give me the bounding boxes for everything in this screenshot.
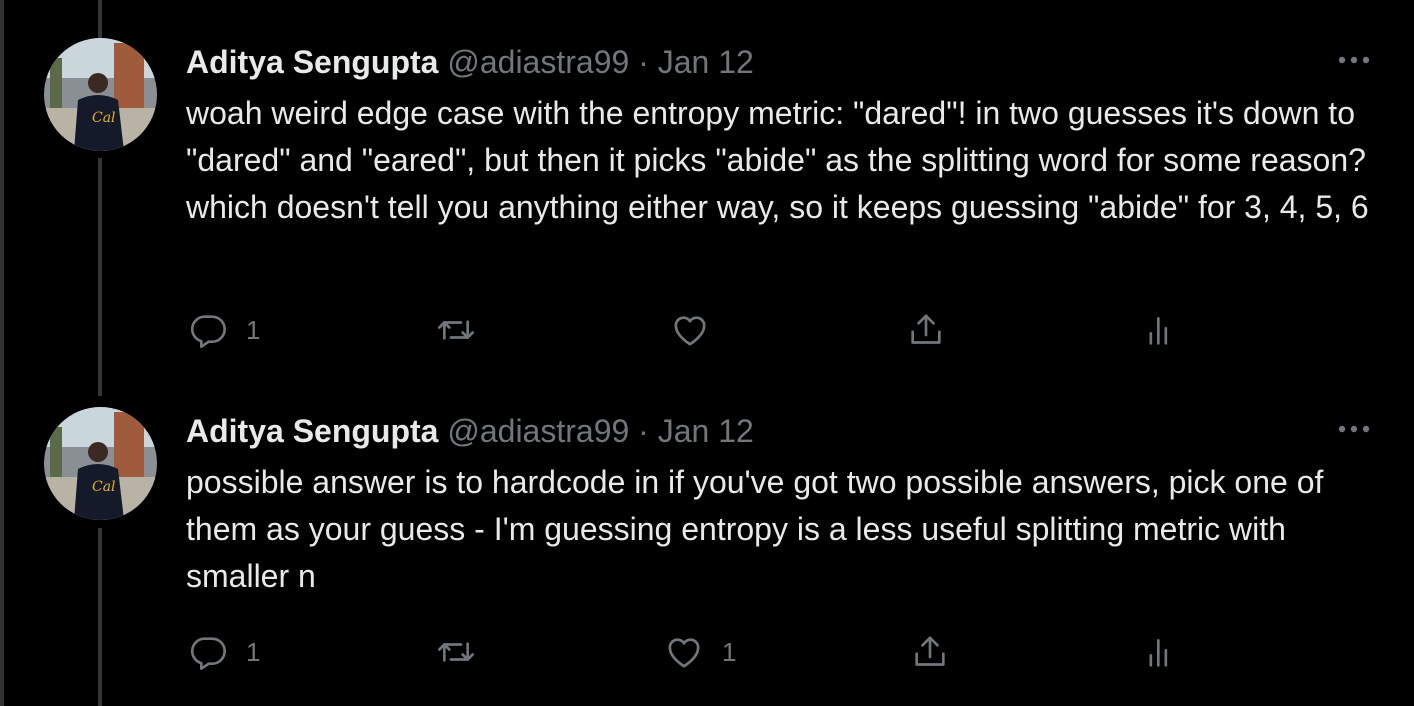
author-name[interactable]: Aditya Sengupta (186, 413, 438, 449)
like-button[interactable]: 1 (664, 628, 736, 676)
more-icon[interactable] (1334, 409, 1374, 449)
share-icon (910, 632, 950, 672)
retweet-button[interactable] (436, 628, 494, 676)
reply-button[interactable]: 1 (188, 628, 260, 676)
reply-count: 1 (246, 636, 261, 667)
analytics-icon (1140, 632, 1180, 672)
analytics-button[interactable] (1140, 628, 1180, 676)
avatar[interactable]: Cal (44, 407, 157, 520)
reply-icon (188, 632, 228, 672)
tweet-date[interactable]: Jan 12 (658, 413, 754, 449)
heart-icon (664, 632, 704, 672)
tweet[interactable]: Cal Aditya Sengupta @adiastra99 · Jan 12… (0, 0, 1414, 706)
separator-dot: · (638, 413, 649, 449)
author-handle[interactable]: @adiastra99 (447, 413, 629, 449)
tweet-text: possible answer is to hardcode in if you… (186, 464, 1324, 594)
retweet-icon (436, 632, 476, 672)
like-count: 1 (722, 636, 737, 667)
svg-text:Cal: Cal (92, 479, 116, 495)
share-button[interactable] (910, 628, 950, 676)
tweet-header: Aditya Sengupta @adiastra99 · Jan 12 (186, 411, 754, 451)
action-bar: 1 1 (0, 628, 1414, 676)
